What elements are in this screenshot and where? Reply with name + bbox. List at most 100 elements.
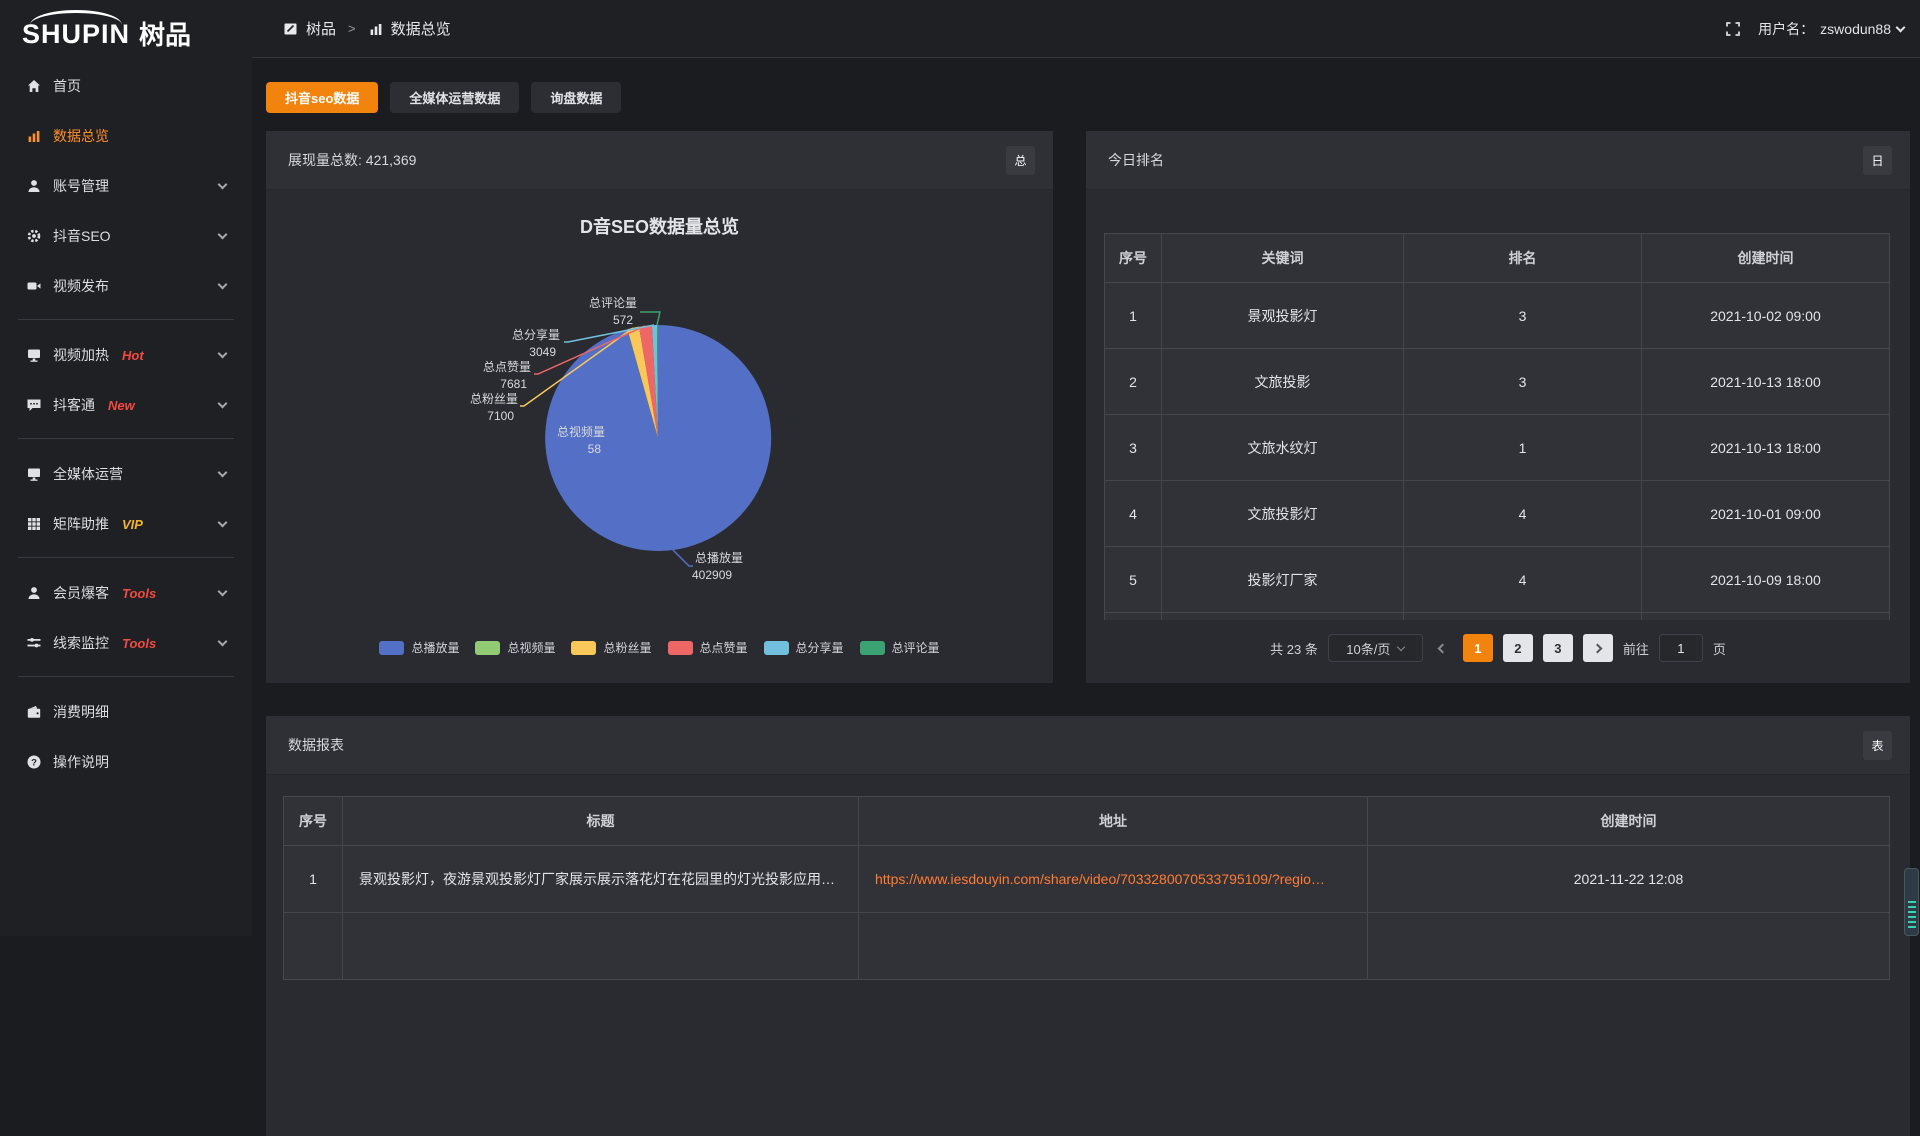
breadcrumb-label: 树品	[306, 18, 336, 39]
tab-inquiry-data[interactable]: 询盘数据	[531, 82, 621, 113]
ranking-panel: 今日排名 日 序号 关键词 排名 创建时间 1 景观投影灯 3 2021-10-…	[1086, 131, 1910, 683]
page-size-select[interactable]: 10条/页	[1328, 634, 1423, 662]
report-panel: 数据报表 表 序号 标题 地址 创建时间 1 景观投影灯，夜游景观投影灯厂家展示…	[266, 716, 1910, 1136]
breadcrumb-home[interactable]: 树品	[283, 18, 336, 39]
cell-time: 2021-11-22 12:08	[1368, 846, 1890, 913]
chevron-down-icon	[218, 280, 228, 290]
day-view-button[interactable]: 日	[1863, 146, 1892, 175]
label-line	[673, 550, 693, 566]
sidebar-item-data-overview[interactable]: 数据总览	[0, 111, 252, 161]
impressions-total: 展现量总数: 421,369	[288, 150, 416, 170]
sidebar-item-video-publish[interactable]: 视频发布	[0, 261, 252, 311]
user-menu[interactable]: 用户名：zswodun88	[1758, 19, 1904, 39]
chat-bubble-icon	[26, 397, 42, 413]
menu-separator	[18, 676, 234, 677]
report-panel-title: 数据报表	[288, 735, 344, 755]
sidebar-item-lead-monitor[interactable]: 线索监控 Tools	[0, 618, 252, 668]
cell-index: 4	[1105, 481, 1162, 547]
sidebar-item-doketong[interactable]: 抖客通 New	[0, 380, 252, 430]
chevron-left-icon	[1438, 643, 1448, 653]
new-badge: New	[108, 398, 135, 413]
chart-legend: 总播放量总视频量总粉丝量 总点赞量总分享量总评论量	[266, 639, 1053, 656]
sidebar-item-video-heat[interactable]: 视频加热 Hot	[0, 330, 252, 380]
chevron-right-icon	[1593, 643, 1603, 653]
sidebar-item-douyin-seo[interactable]: 抖音SEO	[0, 211, 252, 261]
page-button-1[interactable]: 1	[1463, 634, 1493, 662]
overview-panel: 展现量总数: 421,369 总 D音SEO数据量总览 总播放量402909总视…	[266, 131, 1053, 683]
sidebar-item-account[interactable]: 账号管理	[0, 161, 252, 211]
table-row	[1105, 613, 1890, 621]
legend-swatch	[571, 641, 596, 655]
report-table: 序号 标题 地址 创建时间 1 景观投影灯，夜游景观投影灯厂家展示展示落花灯在花…	[283, 796, 1890, 980]
sidebar-item-label: 视频发布	[53, 276, 109, 296]
legend-item[interactable]: 总点赞量	[668, 639, 748, 656]
table-view-button[interactable]: 表	[1863, 731, 1892, 760]
pie-label-value: 572	[613, 313, 633, 327]
legend-label: 总点赞量	[700, 639, 748, 656]
sidebar-item-home[interactable]: 首页	[0, 61, 252, 111]
cell-index: 1	[284, 846, 343, 913]
cell-index: 2	[1105, 349, 1162, 415]
table-header-row: 序号 关键词 排名 创建时间	[1105, 234, 1890, 283]
table-row	[284, 913, 1890, 980]
sidebar-item-member-burst[interactable]: 会员爆客 Tools	[0, 568, 252, 618]
scroll-dash	[1908, 916, 1916, 918]
data-tabs: 抖音seo数据 全媒体运营数据 询盘数据	[266, 82, 621, 113]
bar-chart-icon	[26, 128, 42, 144]
goto-suffix: 页	[1713, 639, 1726, 658]
legend-swatch	[475, 641, 500, 655]
pagination: 共 23 条 10条/页 1 2 3 前往 页	[1086, 634, 1910, 662]
ranking-panel-title: 今日排名	[1108, 150, 1164, 170]
gear-icon	[26, 228, 42, 244]
sidebar-item-label: 首页	[53, 76, 81, 96]
sidebar-item-spend-detail[interactable]: 消费明细	[0, 687, 252, 737]
menu-separator	[18, 438, 234, 439]
username-label: 用户名：	[1758, 19, 1814, 39]
pie-label-name: 总播放量	[695, 550, 743, 565]
cell-keyword: 文旅水纹灯	[1162, 415, 1404, 481]
pie-label-name: 总视频量	[557, 424, 605, 439]
scrollbar-thumb[interactable]	[1904, 868, 1919, 936]
next-page-button[interactable]	[1583, 634, 1613, 662]
legend-item[interactable]: 总分享量	[764, 639, 844, 656]
sidebar-item-help[interactable]: ? 操作说明	[0, 737, 252, 787]
sidebar-item-label: 会员爆客	[53, 583, 109, 603]
col-header: 地址	[859, 797, 1368, 846]
sidebar-item-label: 消费明细	[53, 702, 109, 722]
sidebar-item-matrix-boost[interactable]: 矩阵助推 VIP	[0, 499, 252, 549]
user-icon	[26, 585, 42, 601]
goto-page-input[interactable]	[1659, 634, 1703, 662]
wallet-icon	[26, 704, 42, 720]
cell-time: 2021-10-13 18:00	[1642, 415, 1890, 481]
table-row: 5 投影灯厂家 4 2021-10-09 18:00	[1105, 547, 1890, 613]
col-header: 序号	[284, 797, 343, 846]
fullscreen-icon[interactable]	[1725, 21, 1741, 37]
sidebar-item-media-ops[interactable]: 全媒体运营	[0, 449, 252, 499]
pie-label-value: 7100	[487, 409, 514, 423]
prev-page-button[interactable]	[1433, 645, 1453, 652]
tab-douyin-seo-data[interactable]: 抖音seo数据	[266, 82, 378, 113]
video-link[interactable]: https://www.iesdouyin.com/share/video/70…	[875, 871, 1325, 887]
topbar-divider	[252, 57, 1920, 58]
legend-item[interactable]: 总视频量	[475, 639, 555, 656]
pie-chart[interactable]: 总播放量402909总视频量58总粉丝量7100总点赞量7681总分享量3049…	[266, 190, 1053, 630]
breadcrumb: 树品 > 数据总览	[283, 18, 451, 39]
tools-badge: Tools	[122, 586, 156, 601]
legend-item[interactable]: 总播放量	[379, 639, 459, 656]
chevron-down-icon	[218, 518, 228, 528]
svg-text:?: ?	[31, 757, 37, 768]
chevron-down-icon	[218, 587, 228, 597]
page-button-3[interactable]: 3	[1543, 634, 1573, 662]
total-view-button[interactable]: 总	[1006, 146, 1035, 175]
page-size-value: 10条/页	[1346, 639, 1390, 658]
cell-time: 2021-10-13 18:00	[1642, 349, 1890, 415]
breadcrumb-current[interactable]: 数据总览	[368, 18, 451, 39]
tab-media-ops-data[interactable]: 全媒体运营数据	[390, 82, 519, 113]
legend-item[interactable]: 总粉丝量	[571, 639, 651, 656]
logo[interactable]: SHUPIN 树品	[0, 10, 252, 48]
page-button-2[interactable]: 2	[1503, 634, 1533, 662]
legend-item[interactable]: 总评论量	[860, 639, 940, 656]
scroll-dash	[1908, 911, 1916, 913]
cell-index: 1	[1105, 283, 1162, 349]
report-panel-header: 数据报表 表	[266, 716, 1910, 775]
